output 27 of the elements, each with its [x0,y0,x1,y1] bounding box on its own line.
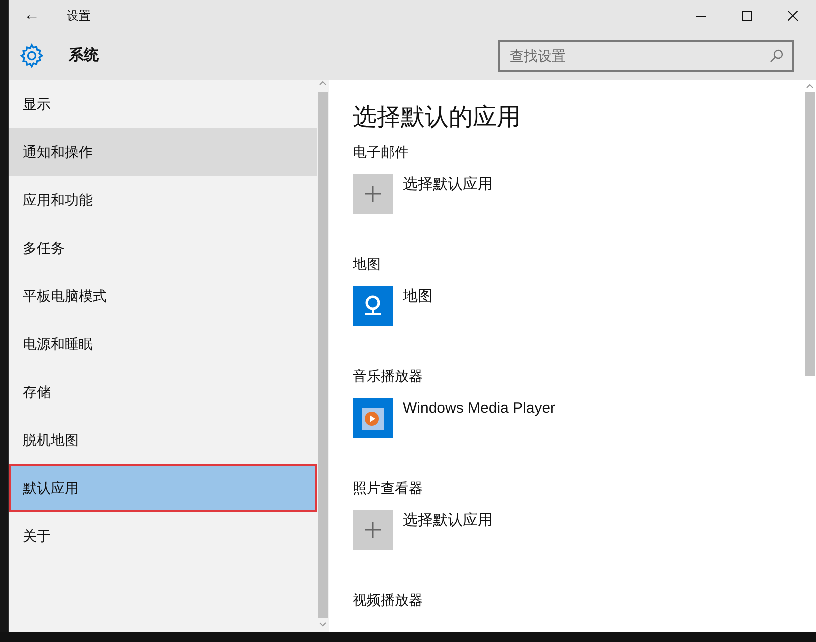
media-player-icon [353,398,393,438]
default-app-button[interactable]: 选择默认应用 [353,510,493,550]
default-app-button[interactable]: 选择默认应用 [353,174,493,214]
section-heading: 地图 [353,255,382,274]
close-icon [788,11,798,21]
maximize-icon [742,11,752,21]
default-app-button[interactable]: 地图 [353,286,433,326]
back-button[interactable]: ← [9,0,55,32]
plus-icon [353,510,393,550]
section-heading: 电子邮件 [353,143,410,162]
section-heading: 照片查看器 [353,479,424,498]
sidebar-item[interactable]: 默认应用 [9,464,317,512]
scroll-up-icon[interactable] [806,83,814,89]
sidebar-item[interactable]: 通知和操作 [9,128,317,176]
section-heading: 音乐播放器 [353,367,424,386]
window-title: 设置 [67,8,91,25]
search-icon [770,49,784,63]
scrollbar-thumb[interactable] [318,92,328,618]
default-app-button[interactable]: Windows Media Player [353,398,556,438]
plus-icon [353,174,393,214]
page-title: 系统 [69,46,99,66]
section-heading: 视频播放器 [353,591,424,610]
map-pin-icon [353,286,393,326]
scrollbar-thumb[interactable] [805,92,815,376]
settings-icon [19,43,45,69]
content-title: 选择默认的应用 [353,103,522,133]
search-field[interactable]: 查找设置 [498,40,794,72]
